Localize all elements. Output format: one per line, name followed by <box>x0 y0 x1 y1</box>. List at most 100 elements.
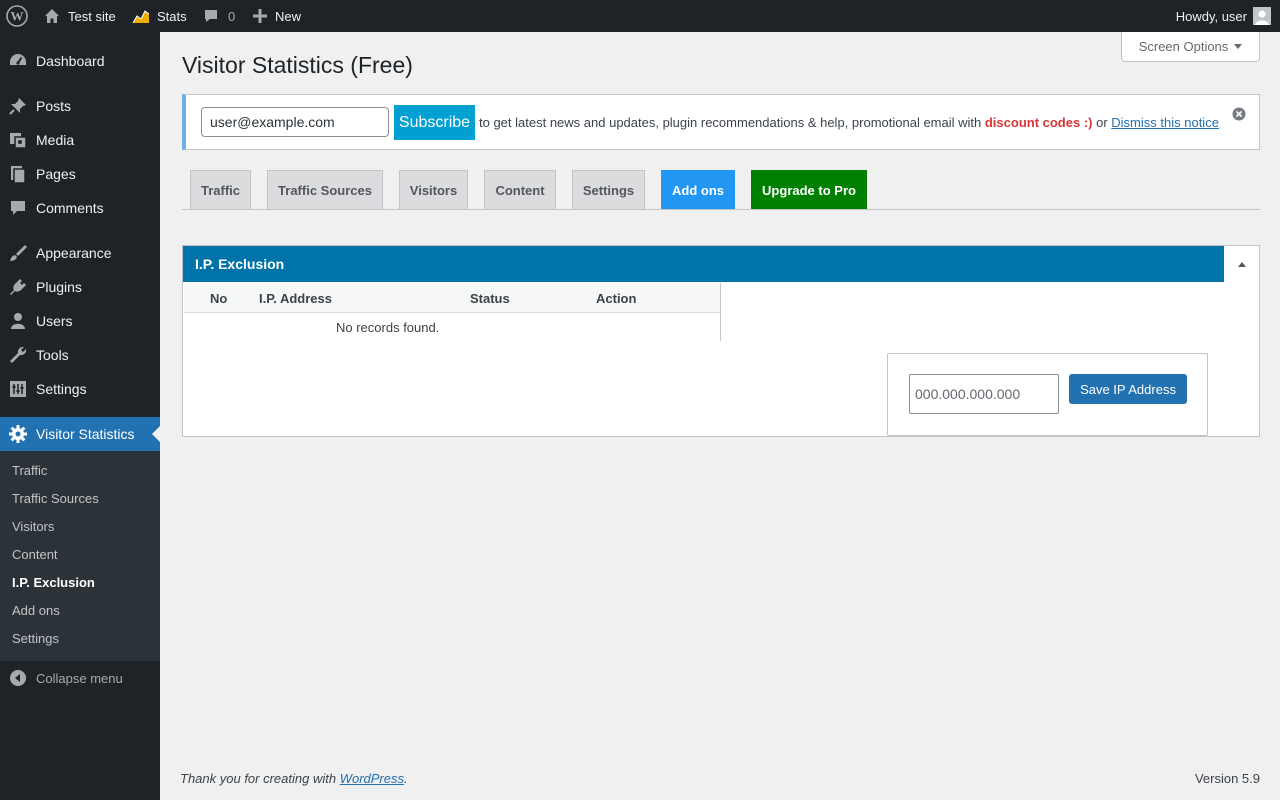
ip-exclusion-panel: I.P. Exclusion No I.P. Address Status Ac… <box>182 245 1260 437</box>
menu-label: Users <box>36 313 73 329</box>
menu-visitor-statistics[interactable]: Visitor Statistics <box>0 417 160 451</box>
comment-icon <box>0 198 36 218</box>
footer-version: Version 5.9 <box>1194 771 1260 786</box>
pages-icon <box>0 164 36 184</box>
tab-traffic[interactable]: Traffic <box>190 170 251 209</box>
submenu-settings[interactable]: Settings <box>12 629 59 649</box>
submenu-traffic[interactable]: Traffic <box>12 461 47 481</box>
column-no: No <box>210 291 228 306</box>
no-records-message: No records found. <box>336 320 440 335</box>
media-icon <box>0 130 36 150</box>
tab-content[interactable]: Content <box>484 170 556 209</box>
dashboard-icon <box>0 51 36 71</box>
screen-options-button[interactable]: Screen Options <box>1121 32 1260 62</box>
page-title: Visitor Statistics (Free) <box>182 52 413 78</box>
comments-count: 0 <box>228 8 236 24</box>
pushpin-icon <box>0 96 36 116</box>
menu-plugins[interactable]: Plugins <box>0 270 160 304</box>
menu-label: Appearance <box>36 245 112 261</box>
avatar <box>1253 7 1271 25</box>
tab-upgrade-to-pro[interactable]: Upgrade to Pro <box>751 170 867 209</box>
menu-label: Posts <box>36 98 72 114</box>
user-icon <box>0 311 36 331</box>
notice-text-before: to get latest news and updates, plugin r… <box>479 115 985 130</box>
menu-label: Tools <box>36 347 69 363</box>
subscribe-button[interactable]: Subscribe <box>394 105 475 140</box>
menu-comments[interactable]: Comments <box>0 191 160 225</box>
submenu-visitors[interactable]: Visitors <box>12 517 54 537</box>
howdy-text: Howdy, user <box>1175 8 1247 24</box>
menu-tools[interactable]: Tools <box>0 338 160 372</box>
panel-title: I.P. Exclusion <box>183 246 1224 282</box>
my-account-link[interactable]: Howdy, user <box>1176 0 1271 32</box>
wordpress-link[interactable]: WordPress <box>340 771 404 786</box>
menu-dashboard[interactable]: Dashboard <box>0 44 160 78</box>
menu-label: Dashboard <box>36 53 105 69</box>
subscribe-notice: Subscribe to get latest news and updates… <box>182 94 1260 150</box>
footer-thanks-text: Thank you for creating with <box>180 771 340 786</box>
admin-sidebar: Dashboard Posts Media Pages Comments App… <box>0 32 160 800</box>
stats-chart-icon <box>132 8 150 24</box>
home-icon <box>44 8 60 24</box>
wordpress-logo-icon[interactable]: W <box>6 0 28 32</box>
table-header: No I.P. Address Status Action <box>184 283 720 313</box>
new-content-link[interactable]: New <box>253 0 301 32</box>
plus-icon <box>253 9 267 23</box>
svg-text:W: W <box>11 9 24 24</box>
menu-label: Media <box>36 132 75 148</box>
tab-traffic-sources[interactable]: Traffic Sources <box>267 170 383 209</box>
submenu-add-ons[interactable]: Add ons <box>12 601 60 621</box>
admin-bar: W Test site Stats 0 New Howdy, user <box>0 0 1280 32</box>
notice-text-or: or <box>1092 115 1112 130</box>
submenu-content[interactable]: Content <box>12 545 58 565</box>
site-name-link[interactable]: Test site <box>44 0 116 32</box>
ip-table: No I.P. Address Status Action No records… <box>184 283 721 341</box>
submenu-ip-exclusion[interactable]: I.P. Exclusion <box>12 573 95 593</box>
column-ip-address: I.P. Address <box>259 291 332 306</box>
footer-period: . <box>404 771 408 786</box>
column-status: Status <box>470 291 510 306</box>
menu-appearance[interactable]: Appearance <box>0 236 160 270</box>
menu-media[interactable]: Media <box>0 123 160 157</box>
submenu-traffic-sources[interactable]: Traffic Sources <box>12 489 99 509</box>
menu-users[interactable]: Users <box>0 304 160 338</box>
tabs-divider <box>182 209 1260 210</box>
tab-settings[interactable]: Settings <box>572 170 645 209</box>
save-ip-address-button[interactable]: Save IP Address <box>1069 374 1187 404</box>
ip-add-form: Save IP Address <box>887 353 1208 436</box>
stats-label: Stats <box>157 8 187 24</box>
collapse-label: Collapse menu <box>36 670 123 686</box>
discount-codes-text: discount codes :) <box>984 115 1093 130</box>
plug-icon <box>0 277 36 297</box>
column-action: Action <box>596 291 637 306</box>
close-icon[interactable] <box>1232 107 1246 124</box>
screen-options-label: Screen Options <box>1138 39 1229 54</box>
wrench-icon <box>0 345 36 365</box>
caret-down-icon <box>1234 44 1243 49</box>
menu-pages[interactable]: Pages <box>0 157 160 191</box>
settings-sliders-icon <box>0 379 36 399</box>
notice-text: to get latest news and updates, plugin r… <box>479 115 1219 130</box>
site-name: Test site <box>68 8 116 24</box>
menu-posts[interactable]: Posts <box>0 89 160 123</box>
subscribe-email-input[interactable] <box>201 107 389 137</box>
gear-icon <box>0 424 36 444</box>
brush-icon <box>0 243 36 263</box>
menu-settings[interactable]: Settings <box>0 372 160 406</box>
menu-label: Pages <box>36 166 76 182</box>
menu-label: Comments <box>36 200 104 216</box>
comment-bubble-icon <box>203 8 219 24</box>
new-label: New <box>275 8 302 24</box>
dismiss-notice-link[interactable]: Dismiss this notice <box>1111 115 1219 130</box>
stats-link[interactable]: Stats <box>132 0 187 32</box>
menu-label: Settings <box>36 381 87 397</box>
collapse-menu-button[interactable]: Collapse menu <box>0 665 160 691</box>
panel-toggle-button[interactable] <box>1224 246 1259 282</box>
tab-add-ons[interactable]: Add ons <box>661 170 735 209</box>
tab-visitors[interactable]: Visitors <box>399 170 468 209</box>
footer-thanks: Thank you for creating with WordPress. <box>180 771 408 786</box>
ip-address-input[interactable] <box>909 374 1059 414</box>
caret-up-icon <box>1237 261 1246 267</box>
comments-link[interactable]: 0 <box>203 0 235 32</box>
collapse-arrow-icon <box>0 669 36 687</box>
